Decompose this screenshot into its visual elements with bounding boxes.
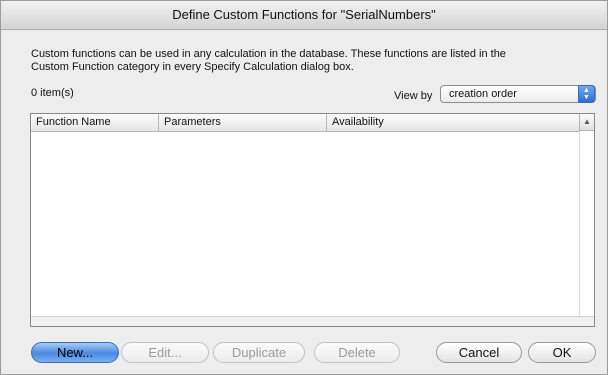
edit-button[interactable]: Edit... [121,342,209,363]
dialog-description: Custom functions can be used in any calc… [31,48,591,74]
dialog-window: Define Custom Functions for "SerialNumbe… [0,0,608,375]
functions-table: Function Name Parameters Availability ▲ [30,113,595,327]
scroll-up-arrow-icon[interactable]: ▲ [579,114,594,131]
description-line-1: Custom functions can be used in any calc… [31,48,506,60]
column-header-availability[interactable]: Availability [327,114,579,131]
delete-button[interactable]: Delete [314,342,400,363]
column-header-function-name[interactable]: Function Name [31,114,159,131]
new-button[interactable]: New... [31,342,119,363]
item-count: 0 item(s) [31,87,74,99]
horizontal-scrollbar[interactable] [31,316,594,326]
window-title: Define Custom Functions for "SerialNumbe… [1,1,607,30]
view-by-value: creation order [449,88,517,100]
description-line-2: Custom Function category in every Specif… [31,61,354,73]
view-by-label: View by [394,90,433,102]
ok-button[interactable]: OK [528,342,596,363]
column-header-parameters[interactable]: Parameters [159,114,327,131]
up-down-arrows-icon: ▲ ▼ [578,85,595,103]
vertical-scrollbar[interactable] [579,131,594,317]
table-header: Function Name Parameters Availability [31,114,579,132]
cancel-button[interactable]: Cancel [436,342,522,363]
view-by-select[interactable]: creation order ▲ ▼ [440,85,596,103]
duplicate-button[interactable]: Duplicate [213,342,305,363]
